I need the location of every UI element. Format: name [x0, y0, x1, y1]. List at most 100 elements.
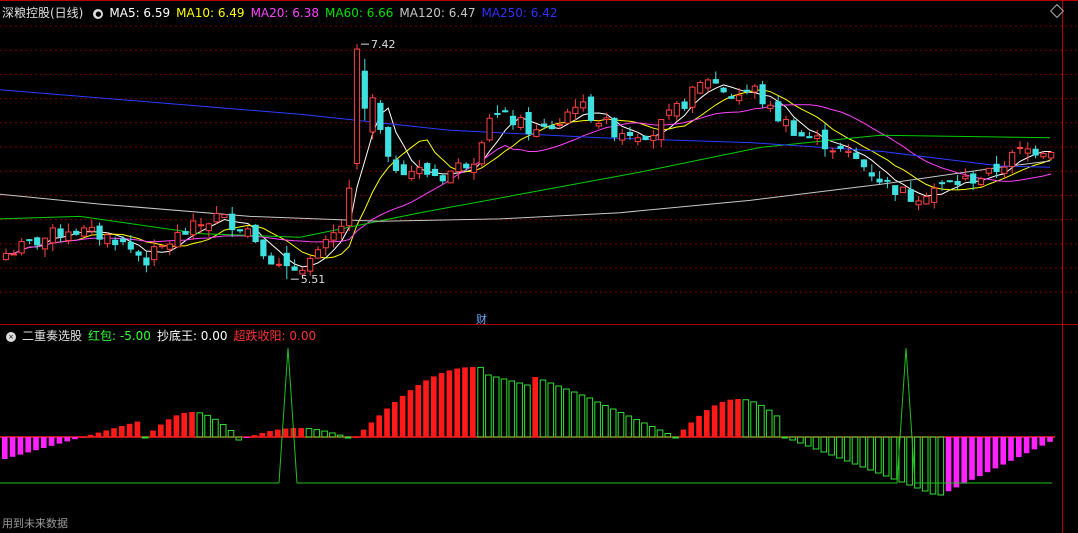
indicator-bar [25, 437, 31, 453]
indicator-bar [80, 437, 86, 438]
candle-up [689, 86, 696, 108]
indicator-bar-outline [508, 380, 516, 438]
indicator-bar [688, 422, 694, 437]
indicator-bar [150, 430, 156, 437]
stock-title[interactable]: 深粮控股(日线) [2, 6, 83, 20]
candle-up [166, 243, 173, 250]
indicator-bar-outline [859, 436, 867, 468]
indicator-bar [407, 390, 414, 437]
indicator-bar [1008, 437, 1014, 461]
indicator-bar [368, 422, 375, 437]
indicator-bar [275, 429, 281, 437]
indicator-bar [438, 373, 445, 437]
indicator-bar-outline [672, 436, 679, 439]
indicator-bar-outline [578, 394, 586, 438]
candle-up [18, 241, 25, 254]
indicator-bar [1023, 437, 1030, 454]
candle-down [377, 102, 384, 130]
indicator-bar [95, 432, 102, 437]
candle-up [517, 117, 524, 128]
indicator-bar [1039, 437, 1045, 446]
candle-up [275, 263, 283, 266]
indicator-bar [165, 419, 172, 437]
indicator-bar [158, 424, 164, 437]
candle-up [80, 227, 88, 237]
candle-down [626, 132, 634, 136]
indicator-bar-outline [485, 374, 492, 438]
candle-up [977, 178, 985, 185]
candle-down [283, 252, 290, 267]
candle-down [26, 239, 33, 242]
indicator-bar-outline [586, 397, 594, 438]
indicator-bar [992, 437, 999, 469]
indicator-bar-outline [196, 412, 204, 438]
indicator-bar-outline [500, 378, 508, 438]
close-circle-icon[interactable]: × [6, 331, 16, 342]
indicator-bar-outline [914, 436, 921, 489]
candle-down [611, 117, 618, 138]
candle-down [439, 175, 446, 182]
candle-up [49, 227, 56, 244]
indicator-bar-outline [633, 419, 640, 438]
candle-up [650, 135, 657, 141]
settings-circle-icon[interactable]: ● [93, 8, 104, 19]
indicator-bar-outline [212, 418, 219, 438]
indicator-bar-outline [539, 379, 547, 438]
candle-up [899, 186, 907, 194]
candle-down [252, 224, 259, 243]
candle-up [455, 162, 462, 173]
indicator-bar [719, 401, 726, 437]
indicator-bar [446, 370, 453, 437]
candle-up [213, 212, 220, 223]
chart-canvas: 7.42 5.51 [0, 0, 1078, 533]
indicator-bar [64, 437, 70, 442]
indicator-bar [680, 429, 687, 437]
candle-up [486, 117, 493, 141]
indicator-bar [298, 428, 304, 437]
candle-up [704, 79, 712, 89]
candle-up [408, 170, 415, 180]
indicator-bar-outline [141, 436, 149, 439]
candle-down [860, 159, 868, 168]
indicator-title[interactable]: 二重奏选股 [22, 329, 82, 343]
candle-up [10, 253, 17, 256]
indicator-bar-outline [204, 414, 211, 438]
indicator-bar-outline [836, 436, 843, 459]
indicator-bar [103, 430, 109, 437]
indicator-bar-outline [828, 436, 835, 456]
candle-down [400, 164, 407, 176]
candle-up [1009, 151, 1016, 167]
indicator-bar [173, 415, 180, 437]
candle-down [993, 163, 1000, 172]
indicator-label-1: 抄底王: 0.00 [156, 329, 228, 343]
indicator-bar-outline [742, 399, 750, 438]
candle-up [595, 122, 602, 127]
indicator-bar-outline [789, 436, 796, 441]
indicator-bar-outline [797, 436, 804, 444]
candle-up [915, 200, 922, 206]
candle-up [829, 150, 836, 153]
candle-up [767, 104, 774, 110]
candle-up [174, 232, 181, 248]
indicator-panel-header: × 二重奏选股 红包: -5.00 抄底王: 0.00 超跌收阳: 0.00 [2, 327, 328, 344]
candle-down [291, 266, 298, 271]
candle-down [1032, 148, 1039, 156]
finance-badge[interactable]: 财 [476, 311, 487, 327]
indicator-bar [111, 428, 117, 437]
candle-down [798, 132, 805, 137]
ma-label-0: MA5: 6.59 [109, 6, 171, 20]
candle-down [73, 230, 80, 235]
indicator-bar-outline [305, 428, 313, 438]
indicator-bar [384, 408, 390, 437]
indicator-bar-outline [758, 404, 765, 438]
candle-down [728, 96, 735, 99]
candle-down [502, 110, 509, 113]
candle-up [634, 137, 641, 143]
indicator-bar-outline [313, 429, 321, 438]
indicator-bar-outline [890, 436, 898, 480]
candle-up [580, 101, 587, 109]
indicator-bar [470, 367, 476, 437]
indicator-bar [1016, 437, 1022, 457]
candle-up [619, 133, 626, 141]
indicator-bar [126, 423, 133, 437]
